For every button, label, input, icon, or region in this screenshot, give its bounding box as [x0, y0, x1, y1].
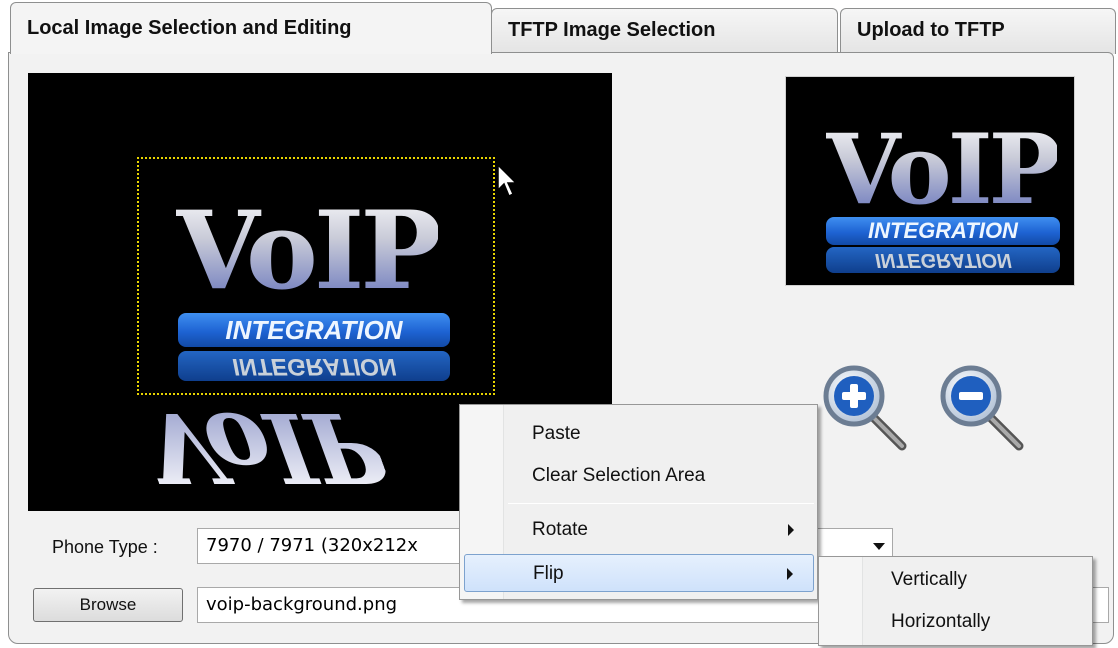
menu-item-label: Clear Selection Area — [532, 465, 706, 486]
selection-rectangle[interactable] — [137, 157, 495, 395]
image-editor-window: Local Image Selection and Editing TFTP I… — [0, 0, 1118, 648]
menu-item-clear-selection-area[interactable]: Clear Selection Area — [464, 457, 814, 495]
browse-button-label: Browse — [79, 595, 137, 614]
tab-label: Upload to TFTP — [857, 19, 1005, 41]
browse-button[interactable]: Browse — [33, 588, 183, 622]
zoom-out-icon[interactable] — [935, 362, 1025, 452]
zoom-in-icon[interactable] — [818, 362, 908, 452]
flip-submenu: Vertically Horizontally — [818, 556, 1093, 646]
menu-item-paste[interactable]: Paste — [464, 415, 814, 453]
logo-voip-reflection: VoIP — [125, 391, 398, 504]
context-menu: Paste Clear Selection Area Rotate Flip — [459, 404, 818, 600]
menu-item-rotate[interactable]: Rotate — [464, 511, 814, 549]
submenu-arrow-icon — [788, 524, 794, 536]
menu-separator — [508, 503, 814, 504]
menu-item-flip[interactable]: Flip — [464, 554, 814, 592]
menu-item-label: Paste — [532, 423, 581, 444]
menu-item-flip-horizontally[interactable]: Horizontally — [823, 603, 1089, 641]
menu-item-label: Rotate — [532, 519, 588, 540]
preview-integration-banner: INTEGRATION — [826, 217, 1060, 245]
tab-tftp-image-selection[interactable]: TFTP Image Selection — [491, 8, 838, 54]
tab-upload-to-tftp[interactable]: Upload to TFTP — [840, 8, 1116, 54]
image-preview: VoIP INTEGRATION INTEGRATION — [785, 76, 1075, 286]
menu-item-label: Flip — [533, 563, 564, 584]
menu-item-label: Vertically — [891, 569, 968, 590]
phone-type-label: Phone Type : — [52, 537, 158, 557]
preview-voip-text: VoIP — [826, 113, 1061, 226]
tab-local-image-selection[interactable]: Local Image Selection and Editing — [10, 2, 492, 54]
menu-item-flip-vertically[interactable]: Vertically — [823, 561, 1089, 599]
preview-integration-reflection: INTEGRATION — [826, 247, 1060, 273]
submenu-arrow-icon — [787, 568, 793, 580]
menu-item-label: Horizontally — [891, 611, 991, 632]
tab-label: TFTP Image Selection — [508, 19, 716, 41]
tab-label: Local Image Selection and Editing — [27, 17, 352, 39]
